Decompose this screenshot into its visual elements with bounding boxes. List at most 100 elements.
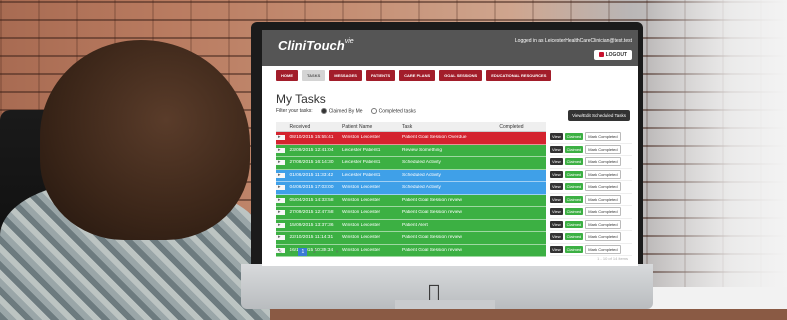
filter-claimed-label: Claimed By Me (328, 108, 363, 115)
row-actions: View Claimed Mark Completed (550, 144, 632, 156)
logout-label: LOGOUT (605, 52, 627, 58)
view-button[interactable]: View (550, 220, 563, 228)
claimed-badge[interactable]: Claimed (564, 233, 584, 241)
expand-arrow-icon[interactable]: ▸ (276, 235, 286, 241)
mark-completed-button[interactable]: Mark Completed (585, 182, 621, 192)
claimed-badge[interactable]: Claimed (564, 220, 584, 228)
claimed-badge[interactable]: Claimed (564, 195, 584, 203)
claimed-badge[interactable]: Claimed (564, 133, 584, 141)
logout-button[interactable]: LOGOUT (593, 50, 632, 60)
expand-arrow-icon[interactable]: ▸ (276, 135, 286, 141)
column-header-completed[interactable]: Completed (495, 124, 546, 130)
table-row[interactable]: ▸ 15/09/2015 13:37:36 Winston Leicester Pat… (276, 219, 546, 232)
received-cell: 27/08/2015 16:14:30 (289, 160, 334, 166)
mark-completed-button[interactable]: Mark Completed (585, 132, 621, 142)
view-button[interactable]: View (550, 158, 563, 166)
patient-cell: Winston Leicester (342, 235, 381, 241)
row-actions: View Claimed Mark Completed (550, 231, 632, 244)
mark-completed-button[interactable]: Mark Completed (585, 194, 621, 204)
next-page-icon[interactable]: › (322, 248, 330, 256)
nav-item-tasks[interactable]: TASKS (302, 70, 326, 81)
page-number[interactable]: 2 (310, 248, 319, 256)
table-row[interactable]: ▸ 04/06/2015 17:03:00 Winston Leicester Sch… (276, 182, 546, 195)
received-cell: 01/06/2015 11:33:42 (289, 172, 334, 178)
row-actions: View Claimed Mark Completed (550, 181, 632, 194)
view-button[interactable]: View (550, 208, 563, 216)
expand-arrow-icon[interactable]: ▸ (276, 197, 286, 203)
table-row[interactable]: ▸ 01/06/2015 11:33:42 Leicester Patient1 Sc… (276, 169, 546, 182)
task-cell: Patient Goal Session review (402, 210, 462, 216)
expand-arrow-icon[interactable]: ▸ (276, 147, 286, 153)
nav-item-messages[interactable]: MESSAGES (329, 70, 362, 81)
mark-completed-button[interactable]: Mark Completed (585, 169, 621, 179)
table-row[interactable]: ▸ 27/08/2015 16:14:30 Leicester Patient1 Sc… (276, 157, 546, 170)
column-header-task[interactable]: Task (398, 124, 495, 130)
table-row[interactable]: ▸ 27/09/2015 12:47:58 Winston Leicester Pat… (276, 207, 546, 220)
patient-cell: Winston Leicester (342, 222, 381, 228)
first-page-icon[interactable]: « (276, 248, 285, 256)
pagination: «‹ 1 2 ›» (276, 248, 341, 256)
received-cell: 15/09/2015 13:37:36 (289, 222, 334, 228)
nav-item-educational-resources[interactable]: EDUCATIONAL RESOURCES (486, 70, 552, 81)
view-edit-scheduled-tasks-button[interactable]: View/Edit Scheduled Tasks (568, 110, 630, 121)
table-row[interactable]: ▸ 05/04/2015 14:33:58 Winston Leicester Pat… (276, 194, 546, 207)
logged-in-text: Logged in as LeicesterHealthCareClinicia… (514, 38, 632, 44)
items-count: 1 - 10 of 14 items (597, 256, 628, 261)
view-button[interactable]: View (550, 245, 563, 253)
table-header: Received Patient Name Task Completed (276, 122, 546, 132)
clinitouch-logo[interactable]: CliniTouchvie (278, 38, 354, 53)
nav-item-patients[interactable]: PATIENTS (365, 70, 396, 81)
nav-item-goal-sessions[interactable]: GOAL SESSIONS (439, 70, 483, 81)
page-number[interactable]: 1 (298, 248, 308, 256)
column-header-received[interactable]: Received (285, 124, 338, 130)
logo-text: CliniTouch (278, 38, 345, 53)
last-page-icon[interactable]: » (333, 248, 342, 256)
radio-icon[interactable] (370, 108, 377, 114)
expand-arrow-icon[interactable]: ▸ (276, 210, 286, 216)
task-cell: Scheduled Activity (402, 185, 441, 191)
patient-cell: Leicester Patient1 (342, 172, 381, 178)
received-cell: 23/09/2015 12:41:04 (289, 147, 334, 153)
mark-completed-button[interactable]: Mark Completed (585, 207, 621, 217)
expand-arrow-icon[interactable]: ▸ (276, 172, 286, 178)
view-button[interactable]: View (550, 145, 563, 153)
claimed-badge[interactable]: Claimed (564, 158, 584, 166)
received-cell: 05/04/2015 14:33:58 (289, 197, 334, 203)
view-button[interactable]: View (550, 195, 563, 203)
mark-completed-button[interactable]: Mark Completed (585, 232, 621, 242)
table-row[interactable]: ▸ 08/10/2015 15:55:41 Winston Leicester Pat… (276, 132, 546, 145)
patient-cell: Winston Leicester (342, 185, 381, 191)
task-cell: Review Something (402, 147, 442, 153)
claimed-badge[interactable]: Claimed (564, 208, 584, 216)
filter-completed-tasks[interactable]: Completed tasks (370, 108, 416, 114)
view-button[interactable]: View (550, 233, 563, 241)
mark-completed-button[interactable]: Mark Completed (585, 157, 621, 167)
mark-completed-button[interactable]: Mark Completed (585, 144, 621, 154)
patient-cell: Winston Leicester (342, 197, 381, 203)
nav-item-home[interactable]: HOME (276, 70, 298, 81)
radio-icon[interactable] (320, 108, 327, 114)
table-row[interactable]: ▸ 22/10/2015 11:14:31 Winston Leicester Pat… (276, 232, 546, 245)
view-button[interactable]: View (550, 183, 563, 191)
view-button[interactable]: View (550, 170, 563, 178)
claimed-badge[interactable]: Claimed (564, 145, 584, 153)
patient-cell: Winston Leicester (342, 247, 381, 253)
mark-completed-button[interactable]: Mark Completed (585, 244, 621, 254)
view-button[interactable]: View (550, 133, 563, 141)
expand-arrow-icon[interactable]: ▸ (276, 160, 286, 166)
row-actions: View Claimed Mark Completed (550, 219, 632, 231)
mark-completed-button[interactable]: Mark Completed (585, 219, 621, 229)
prev-page-icon[interactable]: ‹ (288, 248, 296, 256)
column-header-patient[interactable]: Patient Name (338, 124, 398, 130)
patient-cell: Leicester Patient1 (342, 160, 381, 166)
table-row[interactable]: ▸ 23/09/2015 12:41:04 Leicester Patient1 Re… (276, 144, 546, 157)
person-head (40, 40, 250, 240)
logout-icon (598, 52, 604, 58)
expand-arrow-icon[interactable]: ▸ (276, 222, 286, 228)
expand-arrow-icon[interactable]: ▸ (276, 185, 286, 191)
claimed-badge[interactable]: Claimed (564, 183, 584, 191)
nav-item-care-plans[interactable]: CARE PLANS (399, 70, 436, 81)
claimed-badge[interactable]: Claimed (564, 245, 584, 253)
claimed-badge[interactable]: Claimed (564, 170, 584, 178)
filter-claimed-by-me[interactable]: Claimed By Me (320, 108, 363, 115)
